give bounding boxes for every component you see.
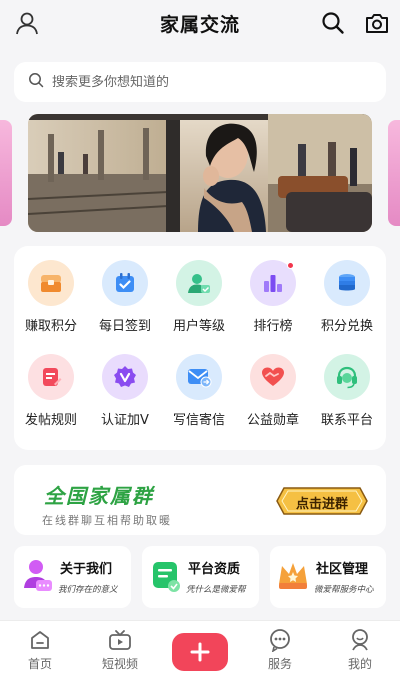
plus-icon bbox=[190, 642, 210, 662]
menu-item-daily-checkin[interactable]: 每日签到 bbox=[88, 260, 162, 334]
search-icon[interactable] bbox=[318, 8, 348, 38]
document-edit-icon bbox=[28, 354, 74, 400]
join-group-button[interactable]: 点击进群 bbox=[276, 487, 368, 515]
headset-icon bbox=[324, 354, 370, 400]
menu-item-label: 认证加V bbox=[101, 413, 149, 428]
person-chat-icon bbox=[22, 558, 54, 598]
menu-item-earn-points[interactable]: 赚取积分 bbox=[14, 260, 88, 334]
feature-subtitle: 微爱帮服务中心 bbox=[314, 585, 374, 595]
profile-icon bbox=[330, 627, 390, 653]
search-bar[interactable] bbox=[14, 62, 386, 102]
mail-send-icon bbox=[176, 354, 222, 400]
menu-grid: 赚取积分 每日签到 用户等级 排行榜 积分兑换 发帖规则 认证加V 写信寄信 公… bbox=[14, 246, 386, 450]
tab-mine[interactable]: 我的 bbox=[330, 627, 390, 672]
menu-item-verify-v[interactable]: 认证加V bbox=[88, 354, 162, 428]
menu-item-label: 用户等级 bbox=[172, 319, 225, 334]
feature-title: 平台资质 bbox=[188, 562, 241, 577]
feature-platform-qualification[interactable]: 平台资质 凭什么是微爱帮 bbox=[142, 546, 259, 608]
menu-item-posting-rules[interactable]: 发帖规则 bbox=[14, 354, 88, 428]
menu-item-write-letter[interactable]: 写信寄信 bbox=[162, 354, 236, 428]
menu-item-points-exchange[interactable]: 积分兑换 bbox=[310, 260, 384, 334]
tv-icon bbox=[90, 627, 150, 653]
coins-icon bbox=[324, 260, 370, 306]
tab-home[interactable]: 首页 bbox=[10, 627, 70, 672]
calendar-check-icon bbox=[102, 260, 148, 306]
tab-short-video[interactable]: 短视频 bbox=[90, 627, 150, 672]
banner-next-peek[interactable] bbox=[388, 120, 400, 226]
chat-bubble-icon bbox=[250, 627, 310, 653]
menu-item-label: 每日签到 bbox=[98, 319, 151, 334]
feature-about-us[interactable]: 关于我们 我们存在的意义 bbox=[14, 546, 131, 608]
tab-label: 首页 bbox=[27, 657, 52, 671]
banner-prev-peek[interactable] bbox=[0, 120, 12, 226]
menu-item-label: 写信寄信 bbox=[172, 413, 225, 428]
feature-community-management[interactable]: 社区管理 微爱帮服务中心 bbox=[270, 546, 386, 608]
treasure-chest-icon bbox=[28, 260, 74, 306]
feature-title: 社区管理 bbox=[316, 562, 369, 577]
banner-image[interactable] bbox=[28, 114, 372, 232]
user-level-icon bbox=[176, 260, 222, 306]
menu-item-label: 排行榜 bbox=[253, 319, 293, 334]
search-small-icon bbox=[28, 72, 44, 92]
group-subtitle: 在线群聊互相帮助取暖 bbox=[42, 514, 172, 527]
tab-label: 短视频 bbox=[101, 657, 138, 671]
menu-item-contact-platform[interactable]: 联系平台 bbox=[310, 354, 384, 428]
feature-subtitle: 我们存在的意义 bbox=[58, 585, 118, 595]
tab-label: 服务 bbox=[267, 657, 292, 671]
menu-item-charity-medal[interactable]: 公益勋章 bbox=[236, 354, 310, 428]
feature-title: 关于我们 bbox=[60, 562, 113, 577]
menu-item-label: 发帖规则 bbox=[24, 413, 77, 428]
home-icon bbox=[10, 627, 70, 653]
app-root: 家属交流 搜索更多你想知道的 赚取积分 每日签到 用户等级 排行榜 积分兑换 发… bbox=[0, 0, 400, 674]
menu-item-user-level[interactable]: 用户等级 bbox=[162, 260, 236, 334]
search-input[interactable] bbox=[52, 74, 352, 90]
tab-label: 我的 bbox=[347, 657, 372, 671]
join-group-label: 点击进群 bbox=[295, 497, 348, 512]
top-bar: 家属交流 bbox=[0, 0, 400, 46]
bar-chart-icon bbox=[250, 260, 296, 306]
crown-icon bbox=[276, 558, 310, 596]
feature-subtitle: 凭什么是微爱帮 bbox=[186, 585, 246, 595]
tab-service[interactable]: 服务 bbox=[250, 627, 310, 672]
heart-hands-icon bbox=[250, 354, 296, 400]
notification-dot bbox=[287, 262, 294, 269]
create-post-button[interactable] bbox=[172, 633, 228, 671]
verified-v-icon bbox=[102, 354, 148, 400]
menu-item-label: 赚取积分 bbox=[24, 319, 77, 334]
camera-icon[interactable] bbox=[362, 8, 392, 38]
certificate-icon bbox=[150, 558, 182, 598]
menu-item-leaderboard[interactable]: 排行榜 bbox=[236, 260, 310, 334]
group-title: 全国家属群 bbox=[44, 484, 154, 508]
menu-item-label: 联系平台 bbox=[320, 413, 373, 428]
menu-item-label: 积分兑换 bbox=[320, 319, 373, 334]
menu-item-label: 公益勋章 bbox=[246, 413, 299, 428]
group-card[interactable]: 全国家属群 在线群聊互相帮助取暖 点击进群 bbox=[14, 465, 386, 535]
